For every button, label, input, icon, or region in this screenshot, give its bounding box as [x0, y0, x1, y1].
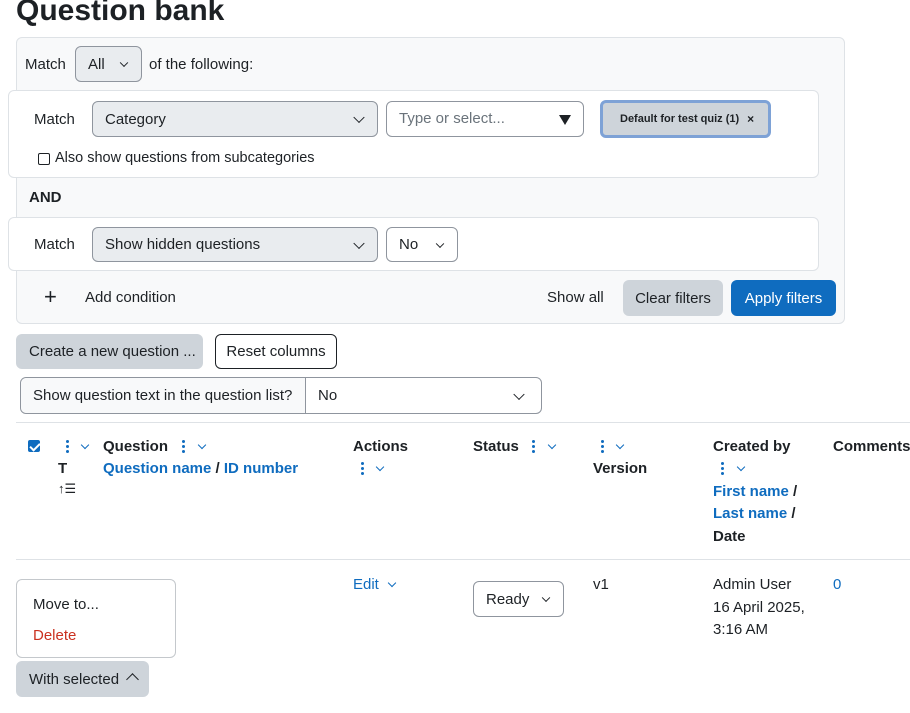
edit-label: Edit — [353, 576, 379, 593]
last-name-line: Last name / — [713, 505, 796, 522]
sort-ascending-icon[interactable]: ↑☰ — [58, 481, 76, 497]
id-number-sort-link[interactable]: ID number — [224, 460, 298, 477]
chevron-down-icon — [513, 388, 525, 400]
chevron-down-icon — [541, 593, 551, 603]
version-value: v1 — [593, 576, 609, 593]
with-selected-button[interactable]: With selected — [16, 661, 149, 697]
category-search-input[interactable]: Type or select... — [386, 101, 584, 137]
question-sort-links: Question name / ID number — [103, 460, 298, 477]
add-condition-button[interactable]: Add condition — [85, 289, 176, 306]
kebab-icon[interactable] — [66, 440, 69, 453]
delete-menu-item[interactable]: Delete — [33, 627, 76, 644]
join-type-value: All — [88, 55, 105, 73]
chevron-down-icon[interactable] — [197, 440, 207, 450]
hidden-value: No — [399, 236, 419, 253]
last-name-sort-link[interactable]: Last name — [713, 505, 787, 522]
status-value: Ready — [486, 590, 530, 608]
condition-field-value: Category — [105, 110, 166, 128]
condition-match-label: Match — [34, 111, 75, 128]
chevron-down-icon — [353, 111, 365, 124]
condition-match-label: Match — [34, 236, 75, 253]
kebab-icon[interactable] — [601, 440, 604, 453]
version-sort-link[interactable]: Version — [593, 460, 647, 477]
chevron-down-icon[interactable] — [736, 462, 746, 472]
created-time: 3:16 AM — [713, 621, 769, 638]
triangle-down-icon[interactable] — [559, 115, 571, 125]
select-all-checkbox[interactable] — [28, 440, 40, 452]
chevron-down-icon[interactable] — [615, 440, 625, 450]
chevron-down-icon[interactable] — [547, 440, 557, 450]
hidden-value-select[interactable]: No — [386, 227, 458, 262]
create-question-button[interactable]: Create a new question ... — [16, 334, 203, 369]
kebab-icon[interactable] — [532, 440, 535, 453]
page-title: Question bank — [16, 0, 225, 27]
condition-field-select[interactable]: Show hidden questions — [92, 227, 378, 262]
chevron-down-icon — [353, 237, 365, 249]
separator: / — [791, 505, 796, 522]
join-type-select[interactable]: All — [75, 46, 142, 82]
condition-field-value: Show hidden questions — [105, 236, 261, 253]
first-name-line: First name / — [713, 483, 797, 500]
chevron-down-icon[interactable] — [375, 462, 385, 472]
move-to-menu-item[interactable]: Move to... — [33, 596, 99, 613]
created-date: 16 April 2025, — [713, 599, 805, 616]
kebab-icon[interactable] — [721, 462, 724, 475]
separator: / — [215, 460, 220, 477]
condition-field-select[interactable]: Category — [92, 101, 378, 137]
and-label: AND — [29, 189, 62, 206]
of-following-label: of the following: — [149, 56, 254, 73]
clear-filters-button[interactable]: Clear filters — [623, 280, 723, 316]
close-icon[interactable]: × — [747, 112, 754, 126]
show-question-text-select[interactable]: No — [306, 378, 541, 413]
actions-header: Actions — [353, 438, 409, 455]
match-label: Match — [25, 56, 66, 73]
apply-filters-button[interactable]: Apply filters — [731, 280, 836, 316]
selected-category-label: Default for test quiz (1) — [620, 113, 740, 125]
kebab-icon[interactable] — [182, 440, 185, 453]
selected-category-tag[interactable]: Default for test quiz (1) × — [600, 100, 771, 138]
first-name-sort-link[interactable]: First name — [713, 483, 789, 500]
chevron-down-icon — [119, 58, 129, 68]
date-sort-link[interactable]: Date — [713, 528, 746, 545]
with-selected-label: With selected — [29, 670, 120, 688]
show-question-text-label: Show question text in the question list? — [33, 387, 293, 404]
kebab-icon[interactable] — [361, 462, 364, 475]
created-by-name: Admin User — [713, 576, 792, 593]
edit-menu-button[interactable]: Edit — [353, 576, 397, 593]
bulk-actions-menu: Move to... Delete — [16, 579, 176, 658]
show-all-button[interactable]: Show all — [547, 289, 604, 306]
divider — [16, 422, 910, 423]
status-select[interactable]: Ready — [473, 581, 564, 617]
subcategories-checkbox[interactable] — [38, 153, 50, 165]
question-header: Question — [103, 438, 169, 455]
chevron-up-icon — [126, 673, 139, 686]
comments-count-link[interactable]: 0 — [833, 576, 841, 593]
show-question-text-value: No — [318, 387, 338, 404]
chevron-down-icon — [435, 239, 445, 248]
separator: / — [793, 483, 798, 500]
comments-header: Comments — [833, 438, 910, 455]
subcategories-label[interactable]: Also show questions from subcategories — [55, 150, 315, 166]
plus-icon[interactable]: + — [44, 286, 57, 308]
created-by-header: Created by — [713, 438, 791, 455]
type-sort-link[interactable]: T — [58, 460, 67, 477]
chevron-down-icon[interactable] — [80, 440, 90, 450]
status-header: Status — [473, 438, 519, 455]
question-name-sort-link[interactable]: Question name — [103, 460, 211, 477]
category-search-placeholder: Type or select... — [399, 110, 505, 127]
reset-columns-button[interactable]: Reset columns — [215, 334, 337, 369]
